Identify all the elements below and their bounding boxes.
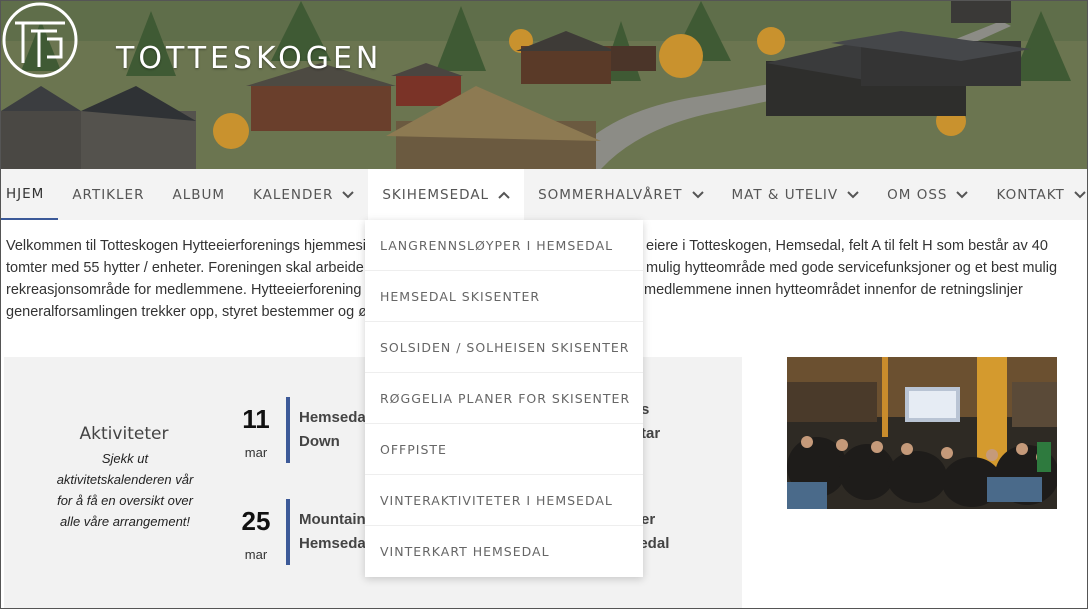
meeting-photo[interactable]: [787, 357, 1057, 509]
menu-item-hemsedal-skisenter[interactable]: HEMSEDAL SKISENTER: [365, 271, 643, 322]
nav-item-album[interactable]: ALBUM: [158, 169, 239, 220]
page-frame: TOTTESKOGEN HJEM ARTIKLER ALBUM KALENDER…: [0, 0, 1088, 609]
chevron-down-icon: [847, 190, 859, 198]
event-month: mar: [244, 445, 268, 460]
nav-item-kontakt[interactable]: KONTAKT: [982, 169, 1087, 220]
intro-text-fragment: tomter med 55 hytter / enheter. Forening…: [6, 260, 364, 276]
nav-label: ARTIKLER: [72, 186, 145, 203]
meeting-photo-image: [787, 357, 1057, 509]
nav-item-artikler[interactable]: ARTIKLER: [58, 169, 158, 220]
event-title-line: Mountain: [299, 511, 366, 528]
menu-item-vinteraktiviteter[interactable]: VINTERAKTIVITETER I HEMSEDAL: [365, 475, 643, 526]
header-banner: TOTTESKOGEN: [1, 1, 1087, 169]
menu-item-solsiden-skisenter[interactable]: SOLSIDEN / SOLHEISEN SKISENTER: [365, 322, 643, 373]
nav-label: ALBUM: [172, 186, 226, 203]
event-title-fragment: er: [641, 511, 656, 528]
nav-label: KONTAKT: [996, 186, 1065, 203]
nav-item-hjem[interactable]: HJEM: [1, 169, 59, 220]
event-day: 11: [242, 404, 270, 434]
nav-item-sommerhalvaret[interactable]: SOMMERHALVÅRET: [524, 169, 717, 220]
menu-item-vinterkart[interactable]: VINTERKART HEMSEDAL: [365, 526, 643, 577]
main-navigation: HJEM ARTIKLER ALBUM KALENDER SKIHEMSEDAL…: [1, 169, 1087, 220]
event-day: 25: [241, 506, 271, 536]
intro-text-fragment: mulig hytteområde med gode servicefunksj…: [646, 260, 1058, 276]
event-title-line: Hemseda: [299, 535, 366, 552]
nav-label: SKIHEMSEDAL: [382, 186, 490, 203]
chevron-down-icon: [1074, 190, 1086, 198]
nav-label: OM OSS: [887, 186, 948, 203]
activities-subtitle: Sjekk ut aktivitetskalenderen vår for å …: [56, 451, 194, 529]
menu-item-roggelia-planer[interactable]: RØGGELIA PLANER FOR SKISENTER: [365, 373, 643, 424]
chevron-up-icon: [498, 191, 510, 199]
site-title[interactable]: TOTTESKOGEN: [116, 41, 382, 76]
event-divider: [286, 397, 290, 463]
intro-text-fragment: Velkommen til Totteskogen Hytteeierforen…: [6, 238, 366, 254]
nav-item-skihemsedal[interactable]: SKIHEMSEDAL: [368, 169, 525, 220]
chevron-down-icon: [691, 190, 704, 198]
nav-item-mat-uteliv[interactable]: MAT & UTELIV: [718, 169, 874, 220]
activities-title: Aktiviteter: [79, 424, 169, 444]
nav-item-kalender[interactable]: KALENDER: [239, 169, 368, 220]
menu-item-offpiste[interactable]: OFFPISTE: [365, 424, 643, 475]
intro-text-fragment: eiere i Totteskogen, Hemsedal, felt A ti…: [646, 238, 1048, 254]
event-title-fragment: tar: [641, 425, 661, 442]
nav-label: HJEM: [6, 185, 45, 202]
nav-label: SOMMERHALVÅRET: [538, 186, 683, 203]
event-title-line: Down: [299, 433, 340, 450]
nav-label: KALENDER: [253, 186, 334, 203]
nav-item-om-oss[interactable]: OM OSS: [873, 169, 982, 220]
menu-item-langrennsloyper[interactable]: LANGRENNSLØYPER I HEMSEDAL: [365, 220, 643, 271]
banner-photo: [1, 1, 1087, 169]
chevron-down-icon: [342, 190, 355, 198]
intro-text-fragment: rekreasjonsområde for medlemmene. Hyttee…: [6, 282, 362, 298]
event-divider: [286, 499, 290, 565]
nav-label: MAT & UTELIV: [731, 186, 839, 203]
event-title-line: Hemseda: [299, 409, 366, 426]
skihemsedal-dropdown-menu: LANGRENNSLØYPER I HEMSEDAL HEMSEDAL SKIS…: [365, 220, 643, 577]
intro-text-fragment: medlemmene innen hytteområdet innenfor d…: [644, 282, 1023, 298]
chevron-down-icon: [956, 190, 969, 198]
intro-text-fragment: generalforsamlingen trekker opp, styret …: [6, 304, 368, 320]
event-month: mar: [244, 547, 268, 562]
totteskogen-logo-icon[interactable]: [1, 1, 79, 79]
